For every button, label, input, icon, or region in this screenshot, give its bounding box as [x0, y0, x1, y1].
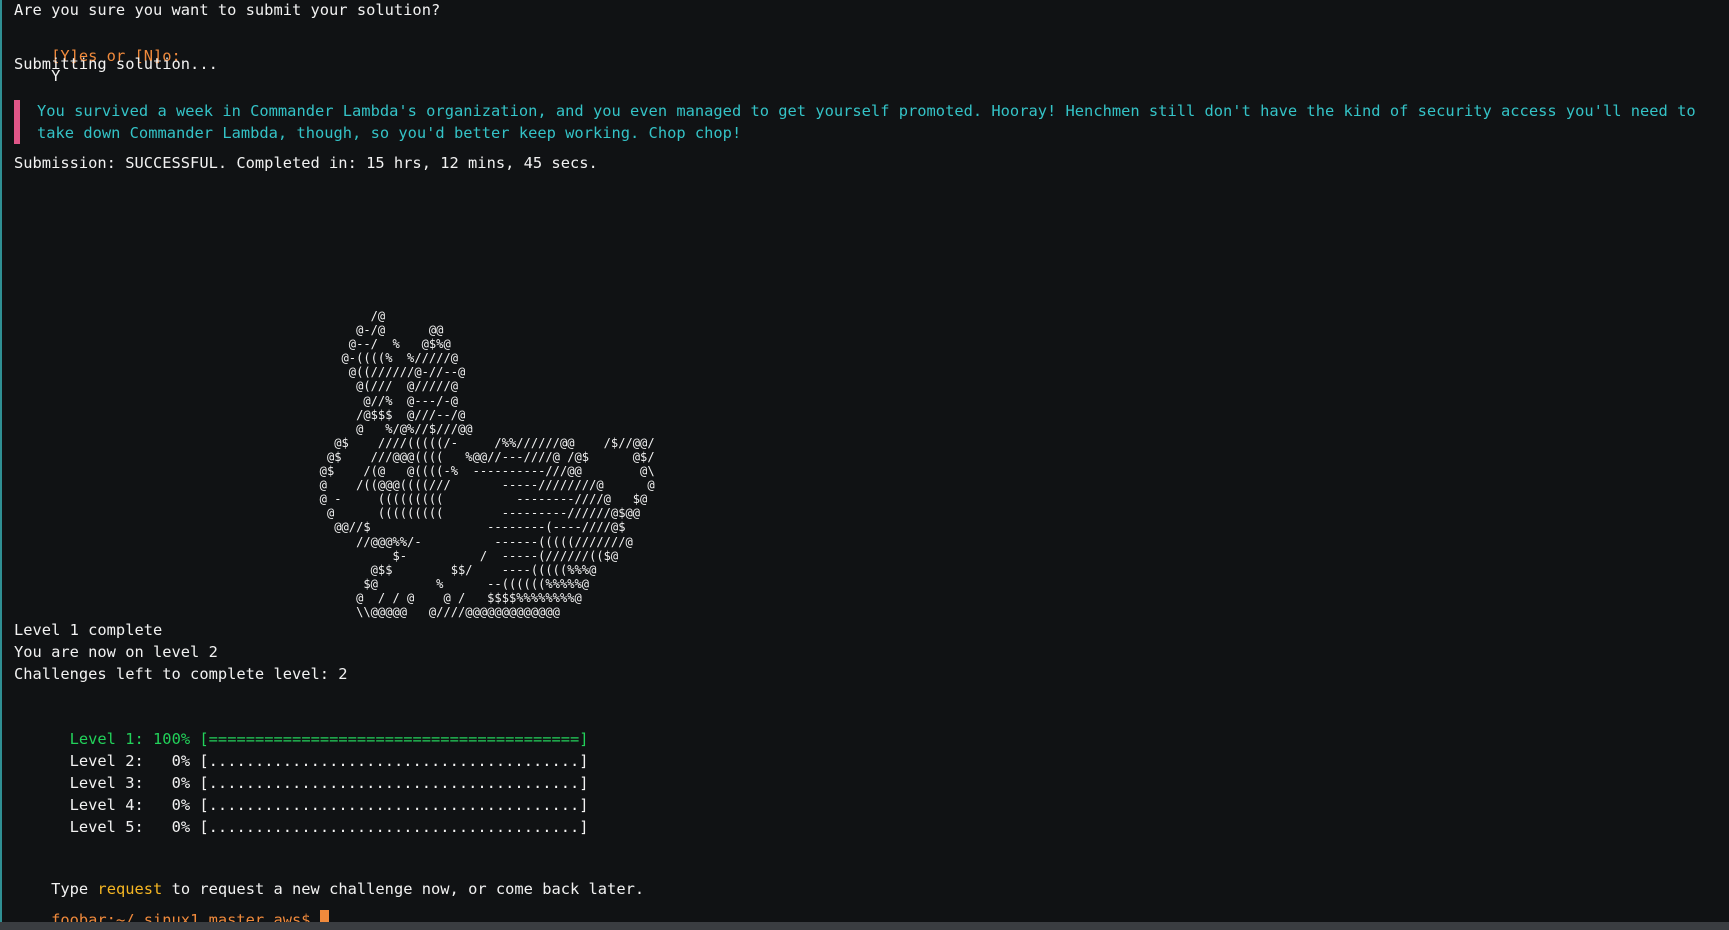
level-label: Level 5: [69, 818, 144, 836]
promotion-message-text: You survived a week in Commander Lambda'… [37, 102, 1696, 142]
ascii-art-bunny-image: /@ @-/@ @@ @--/ % @$%@ @-((((% %/////@ @… [319, 309, 655, 619]
level-percent: 0% [171, 818, 191, 836]
level-progress-row: Level 5: 0% [...........................… [14, 797, 589, 857]
window-left-border [0, 0, 2, 930]
submitting-status: Submitting solution... [14, 55, 218, 73]
challenges-left-status: Challenges left to complete level: 2 [14, 665, 348, 683]
level-complete-status: Level 1 complete [14, 621, 163, 639]
promotion-message: You survived a week in Commander Lambda'… [14, 100, 1704, 144]
submission-result: Submission: SUCCESSFUL. Completed in: 15… [14, 154, 598, 172]
submit-confirmation-question: Are you sure you want to submit your sol… [14, 1, 441, 19]
level-progress-bar: [.......................................… [199, 818, 589, 836]
current-level-status: You are now on level 2 [14, 643, 218, 661]
horizontal-scrollbar[interactable] [0, 922, 1729, 930]
